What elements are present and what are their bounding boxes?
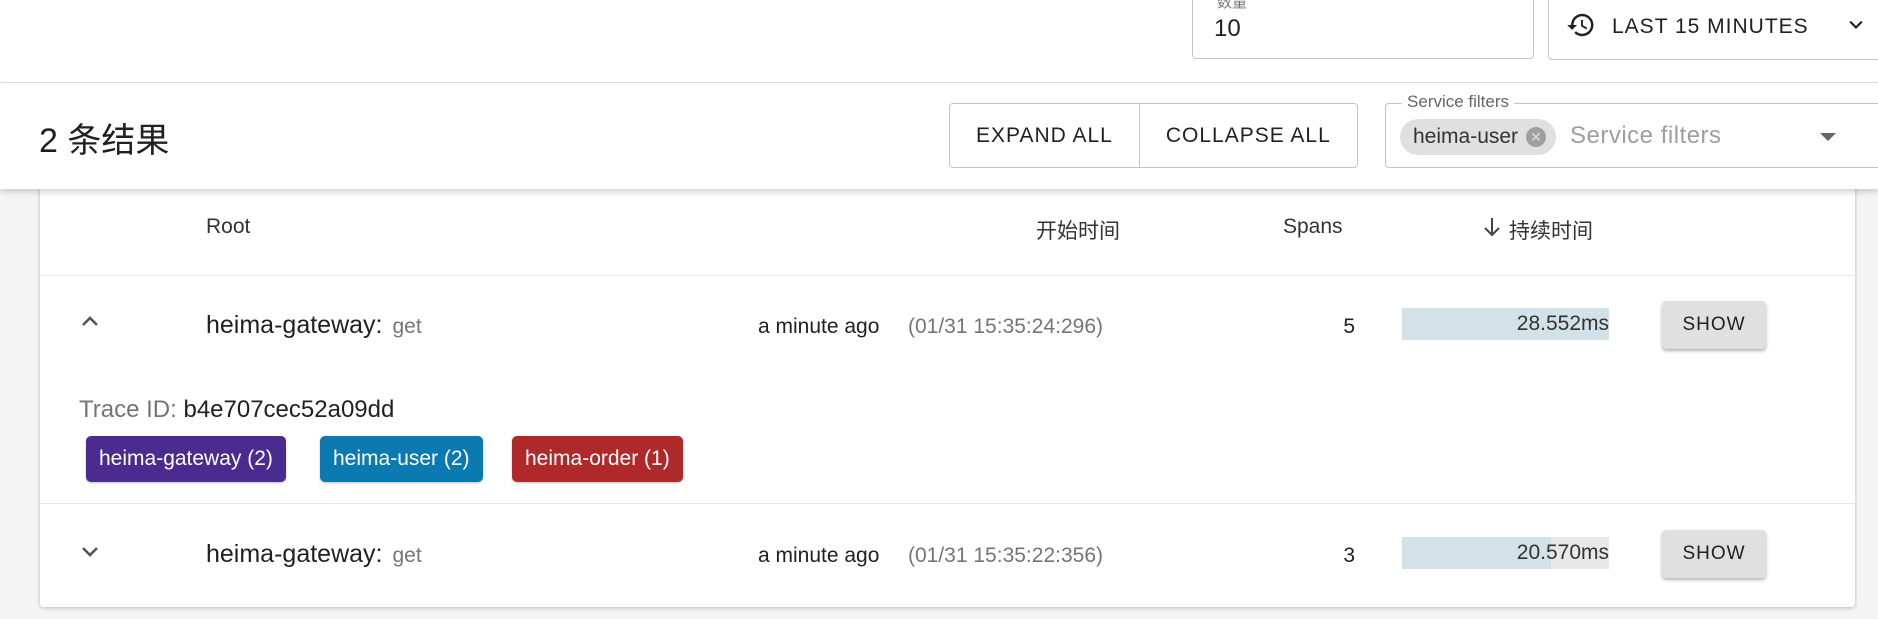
dropdown-arrow-icon[interactable] [1820, 133, 1836, 141]
duration-bar: 28.552ms [1402, 308, 1609, 340]
trace-id-value: b4e707cec52a09dd [183, 396, 395, 423]
limit-label: 数量 [1213, 0, 1252, 12]
start-time-relative: a minute ago [758, 315, 880, 338]
span-count: 3 [1343, 544, 1355, 567]
root-operation: get [392, 544, 422, 567]
results-count: 2 条结果 [39, 122, 170, 160]
service-filter-label: Service filters [1402, 92, 1515, 112]
root-service-name: heima-gateway: [206, 311, 383, 339]
column-duration[interactable]: 持续时间 [1483, 215, 1593, 245]
row-divider [40, 503, 1855, 504]
time-range-button[interactable]: LAST 15 MINUTES [1548, 0, 1878, 60]
service-filter-select[interactable]: Service filters heima-user ✕ Service fil… [1385, 92, 1878, 168]
duration-value: 20.570ms [1516, 541, 1609, 564]
duration-bar: 20.570ms [1402, 537, 1609, 569]
time-range-label: LAST 15 MINUTES [1612, 15, 1809, 38]
chevron-down-icon [1829, 15, 1866, 40]
traces-table: Root 开始时间 Spans 持续时间 heima-gateway: get a… [40, 185, 1855, 607]
chip-remove-icon[interactable]: ✕ [1526, 127, 1547, 147]
start-time-relative: a minute ago [758, 544, 880, 567]
root-operation: get [392, 315, 422, 338]
column-start-time[interactable]: 开始时间 [1036, 215, 1120, 245]
trace-id-label: Trace ID: [79, 396, 177, 423]
arrow-down-icon [1483, 217, 1501, 243]
service-tag-order: heima-order (1) [512, 436, 683, 482]
service-filter-placeholder: Service filters [1570, 122, 1722, 149]
duration-value: 28.552ms [1516, 312, 1609, 335]
service-chip-label: heima-user [1413, 125, 1519, 148]
service-tag-gateway: heima-gateway (2) [86, 436, 286, 482]
expand-collapse-group: EXPAND ALL COLLAPSE ALL [949, 103, 1358, 168]
service-chip[interactable]: heima-user ✕ [1400, 119, 1557, 155]
header-divider [40, 275, 1855, 276]
column-duration-label: 持续时间 [1509, 220, 1593, 243]
column-spans[interactable]: Spans [1283, 215, 1343, 239]
show-button[interactable]: SHOW [1662, 301, 1766, 349]
chevron-down-icon[interactable] [78, 540, 102, 569]
start-time-absolute: (01/31 15:35:24:296) [908, 315, 1103, 338]
trace-id: Trace ID: b4e707cec52a09dd [79, 396, 394, 424]
limit-field[interactable]: 数量 10 [1192, 0, 1534, 59]
history-icon [1549, 10, 1596, 45]
service-tag-user: heima-user (2) [320, 436, 483, 482]
show-button[interactable]: SHOW [1662, 530, 1766, 578]
start-time-absolute: (01/31 15:35:22:356) [908, 544, 1103, 567]
root-service: heima-gateway: get [206, 540, 422, 569]
top-bar: 数量 10 LAST 15 MINUTES [0, 0, 1878, 83]
span-count: 5 [1343, 315, 1355, 338]
collapse-all-button[interactable]: COLLAPSE ALL [1138, 104, 1357, 167]
chevron-up-icon[interactable] [78, 309, 102, 338]
limit-value[interactable]: 10 [1214, 15, 1241, 43]
root-service: heima-gateway: get [206, 311, 422, 340]
column-root: Root [206, 215, 251, 238]
expand-all-button[interactable]: EXPAND ALL [950, 104, 1139, 167]
root-service-name: heima-gateway: [206, 540, 383, 568]
results-bar: 2 条结果 EXPAND ALL COLLAPSE ALL Service fi… [0, 83, 1878, 189]
